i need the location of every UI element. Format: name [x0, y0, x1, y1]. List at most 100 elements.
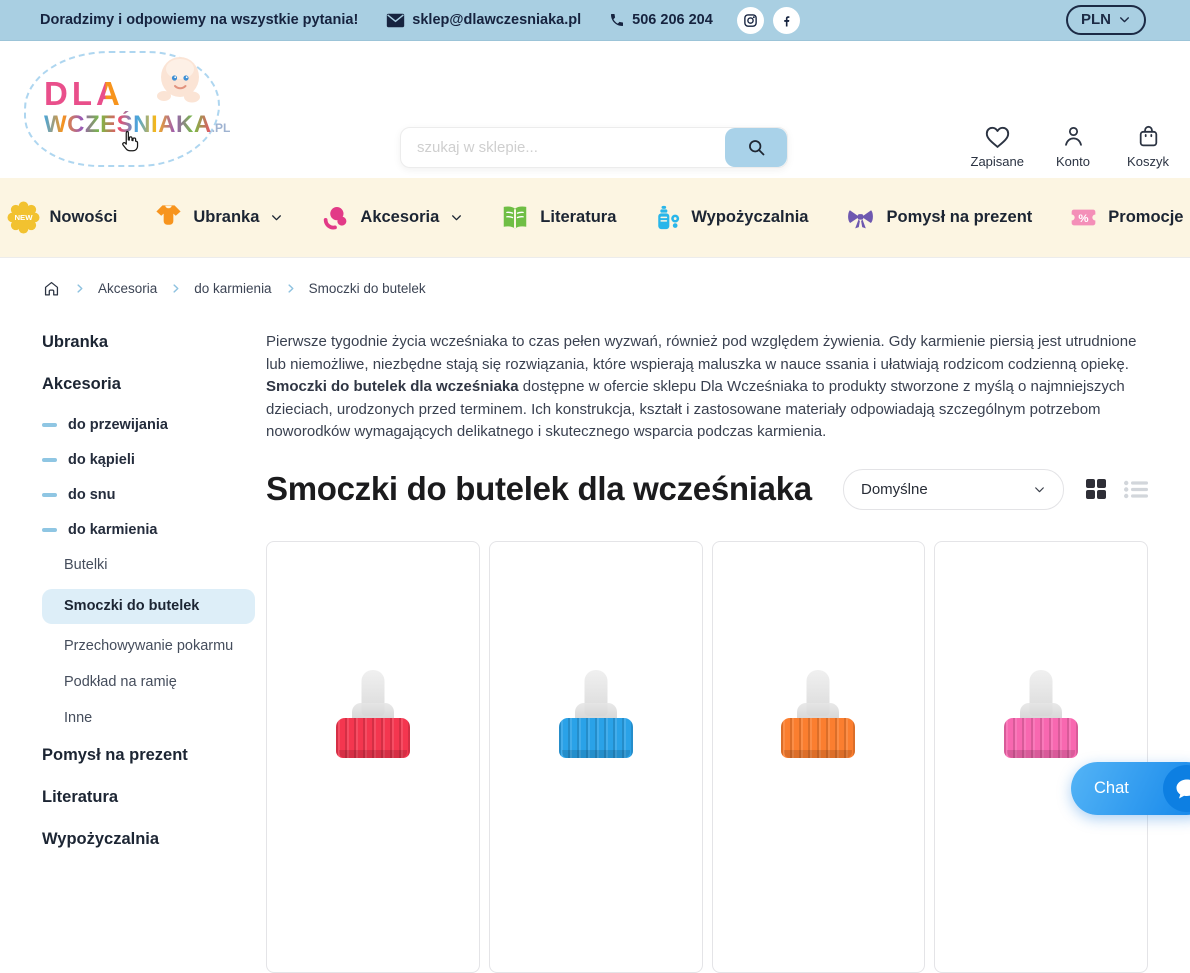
- nav-item-nowości[interactable]: NEW Nowości: [7, 201, 118, 234]
- saved-label: Zapisane: [971, 154, 1024, 169]
- logo-text: DLA WCZEŚNIAKA.PL: [44, 77, 230, 137]
- dash-bullet-icon: [42, 458, 57, 462]
- product-card[interactable]: [712, 541, 926, 973]
- account-button[interactable]: Konto: [1047, 124, 1099, 169]
- chevron-down-icon: [1118, 13, 1131, 26]
- breadcrumb-chevron-icon: [74, 283, 85, 294]
- dash-bullet-icon: [42, 493, 57, 497]
- list-view-button[interactable]: [1124, 480, 1148, 499]
- sidebar-item[interactable]: do snu: [42, 487, 255, 503]
- phone-link[interactable]: 506 206 204: [609, 12, 713, 28]
- pacifier-icon: [320, 203, 350, 233]
- breadcrumb-chevron-icon: [285, 283, 296, 294]
- category-sidebar: Ubranka Akcesoria do przewijania do kąpi…: [42, 317, 255, 872]
- nav-item-pomysł-na-prezent[interactable]: Pomysł na prezent: [845, 203, 1032, 232]
- phone-text: 506 206 204: [632, 12, 713, 28]
- nav-item-promocje[interactable]: % Promocje: [1069, 203, 1183, 232]
- chevron-down-icon: [270, 211, 283, 224]
- sidebar-item[interactable]: Butelki: [42, 557, 255, 573]
- facebook-button[interactable]: [773, 7, 800, 34]
- phone-icon: [609, 12, 625, 28]
- product-card[interactable]: [489, 541, 703, 973]
- user-icon: [1061, 124, 1086, 149]
- breadcrumb-item[interactable]: Akcesoria: [98, 281, 157, 296]
- sidebar-item[interactable]: Pomysł na prezent: [42, 746, 255, 765]
- account-label: Konto: [1056, 154, 1090, 169]
- view-toggles: [1085, 478, 1148, 500]
- sidebar-item[interactable]: Podkład na ramię: [42, 674, 255, 690]
- chat-bubble-icon: [1163, 765, 1190, 812]
- nav-item-akcesoria[interactable]: Akcesoria: [320, 203, 463, 233]
- nav-item-wypożyczalnia[interactable]: Wypożyczalnia: [653, 203, 808, 233]
- sidebar-item[interactable]: do przewijania: [42, 417, 255, 433]
- breadcrumb-home[interactable]: [42, 279, 61, 298]
- breadcrumb-chevron-icon: [170, 283, 181, 294]
- chat-label: Chat: [1094, 779, 1129, 798]
- breadcrumb-chevron-icon: [74, 283, 85, 294]
- bodysuit-icon: [154, 203, 183, 232]
- product-grid: [266, 541, 1148, 973]
- dash-bullet-icon: [42, 528, 57, 532]
- logo-line2: WCZEŚNIAKA: [44, 111, 212, 138]
- cart-button[interactable]: Koszyk: [1122, 124, 1174, 169]
- saved-button[interactable]: Zapisane: [971, 124, 1024, 169]
- heart-icon: [984, 124, 1011, 149]
- svg-text:%: %: [1079, 213, 1089, 225]
- email-link[interactable]: sklep@dlawczesniaka.pl: [386, 12, 581, 28]
- email-icon: [386, 13, 405, 28]
- search-input[interactable]: [401, 128, 725, 167]
- page-title: Smoczki do butelek dla wcześniaka: [266, 470, 812, 508]
- sidebar-item[interactable]: Przechowywanie pokarmu: [42, 638, 255, 654]
- sidebar-item[interactable]: Smoczki do butelek: [42, 589, 255, 624]
- bottle-nipple-image: [778, 670, 858, 764]
- sidebar-item[interactable]: Literatura: [42, 788, 255, 807]
- breadcrumb-item[interactable]: do karmienia: [194, 281, 271, 296]
- breadcrumb-chevron-icon: [285, 283, 296, 294]
- promo-ticket-icon: %: [1069, 203, 1098, 232]
- breadcrumb: Akcesoria do karmienia Smoczki do butele…: [0, 258, 1190, 317]
- search-button[interactable]: [725, 128, 787, 167]
- breadcrumb-item[interactable]: Smoczki do butelek: [309, 281, 426, 296]
- sort-value: Domyślne: [861, 481, 928, 498]
- main-navigation: NEW Nowości Ubranka Akcesoria Literatura…: [0, 178, 1190, 258]
- sidebar-item[interactable]: do karmienia: [42, 522, 255, 538]
- nav-item-literatura[interactable]: Literatura: [500, 203, 616, 233]
- book-icon: [500, 203, 530, 233]
- chat-button[interactable]: Chat: [1071, 762, 1190, 815]
- logo-line1: DLA: [44, 77, 230, 112]
- header-actions: Zapisane Konto Koszyk: [971, 124, 1174, 169]
- grid-view-button[interactable]: [1085, 478, 1107, 500]
- svg-text:NEW: NEW: [14, 213, 33, 222]
- product-card[interactable]: [934, 541, 1148, 973]
- intro-text: Pierwsze tygodnie życia wcześniaka to cz…: [266, 333, 1136, 373]
- logo-suffix: .PL: [212, 121, 231, 135]
- dash-bullet-icon: [42, 423, 57, 427]
- social-links: [737, 7, 800, 34]
- sidebar-item[interactable]: do kąpieli: [42, 452, 255, 468]
- top-info-bar: Doradzimy i odpowiemy na wszystkie pytan…: [0, 0, 1190, 41]
- breadcrumb-chevron-icon: [170, 283, 181, 294]
- sort-dropdown[interactable]: Domyślne: [843, 469, 1064, 510]
- currency-selector[interactable]: PLN: [1066, 5, 1146, 35]
- category-description: Pierwsze tygodnie życia wcześniaka to cz…: [266, 331, 1148, 444]
- sidebar-item[interactable]: Akcesoria: [42, 375, 255, 394]
- main-panel: Pierwsze tygodnie życia wcześniaka to cz…: [255, 317, 1148, 973]
- chevron-down-icon: [1033, 483, 1046, 496]
- nav-item-ubranka[interactable]: Ubranka: [154, 203, 283, 232]
- instagram-button[interactable]: [737, 7, 764, 34]
- sidebar-item[interactable]: Ubranka: [42, 333, 255, 352]
- content-area: Ubranka Akcesoria do przewijania do kąpi…: [0, 317, 1190, 973]
- search-icon: [746, 137, 767, 158]
- sidebar-item[interactable]: Inne: [42, 710, 255, 726]
- bottle-icon: [653, 203, 681, 233]
- product-card[interactable]: [266, 541, 480, 973]
- gift-bow-icon: [845, 203, 876, 232]
- site-logo[interactable]: DLA WCZEŚNIAKA.PL: [24, 51, 220, 167]
- bottle-nipple-image: [1001, 670, 1081, 764]
- bottle-nipple-image: [556, 670, 636, 764]
- new-badge-icon: NEW: [7, 201, 40, 234]
- sidebar-item[interactable]: Wypożyczalnia: [42, 830, 255, 849]
- search-bar: [400, 127, 788, 168]
- intro-bold-text: Smoczki do butelek dla wcześniaka: [266, 378, 519, 395]
- topbar-message: Doradzimy i odpowiemy na wszystkie pytan…: [40, 12, 358, 28]
